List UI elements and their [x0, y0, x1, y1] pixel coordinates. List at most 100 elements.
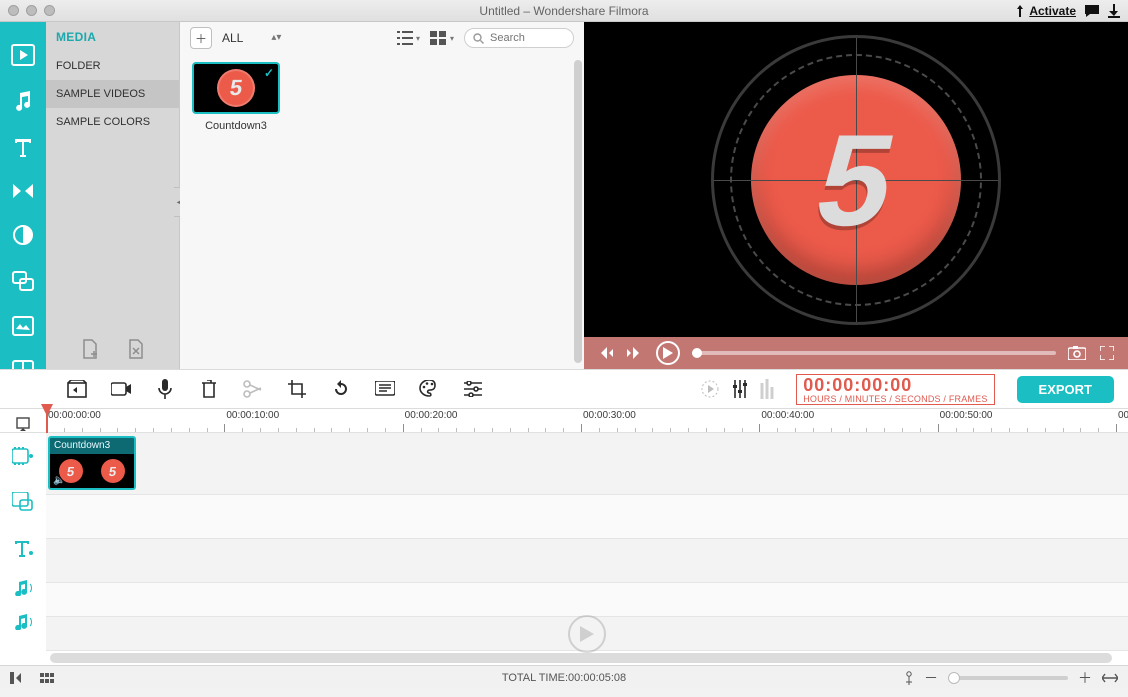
- play-button[interactable]: [656, 341, 680, 365]
- scrubber-handle[interactable]: [692, 348, 702, 358]
- export-button[interactable]: EXPORT: [1017, 376, 1114, 403]
- marker-button[interactable]: [0, 416, 46, 432]
- mixer-icon[interactable]: [732, 380, 748, 398]
- timecode-display: 00:00:00:00 HOURS / MINUTES / SECONDS / …: [796, 374, 994, 405]
- filter-dropdown[interactable]: ALL ▴▾: [222, 31, 281, 45]
- zoom-slider[interactable]: [948, 676, 1068, 680]
- clip-thumbnail[interactable]: 5 ✓ Countdown3: [192, 62, 280, 132]
- new-folder-icon[interactable]: [81, 339, 99, 359]
- zoom-anchor-icon[interactable]: [904, 671, 914, 685]
- color-tool-icon[interactable]: [418, 378, 440, 400]
- meter-icon[interactable]: [760, 379, 774, 399]
- browser-scrollbar[interactable]: [574, 60, 582, 363]
- ruler-label: 00:00:30:00: [583, 410, 636, 421]
- left-rail: [0, 22, 46, 369]
- activate-button[interactable]: Activate: [1015, 4, 1076, 18]
- grid-view-button[interactable]: ▾: [430, 31, 454, 45]
- preview-controls: [584, 337, 1128, 369]
- selected-check-icon: ✓: [264, 66, 274, 80]
- timeline-toolbar: 00:00:00:00 HOURS / MINUTES / SECONDS / …: [0, 369, 1128, 409]
- media-footer: [46, 329, 179, 369]
- timecode-label: HOURS / MINUTES / SECONDS / FRAMES: [803, 394, 987, 404]
- video-track[interactable]: Countdown3 5 5 🔈: [46, 433, 1128, 495]
- window-title: Untitled – Wondershare Filmora: [0, 4, 1128, 18]
- media-sample-videos-item[interactable]: SAMPLE VIDEOS: [46, 80, 179, 108]
- filter-label: ALL: [222, 31, 243, 45]
- speed-tool-icon[interactable]: [374, 378, 396, 400]
- prev-frame-button[interactable]: [596, 344, 614, 362]
- fullscreen-button[interactable]: [1098, 344, 1116, 362]
- pip-track-header[interactable]: [0, 479, 46, 525]
- zoom-out-button[interactable]: －: [924, 668, 938, 688]
- elements-tab-icon[interactable]: [10, 316, 36, 336]
- music-tab-icon[interactable]: [10, 90, 36, 112]
- adjust-tool-icon[interactable]: [462, 378, 484, 400]
- preview-scrubber[interactable]: [692, 351, 1056, 355]
- timeline-clip[interactable]: Countdown3 5 5 🔈: [48, 436, 136, 490]
- media-sample-colors-item[interactable]: SAMPLE COLORS: [46, 108, 179, 136]
- download-icon[interactable]: [1108, 4, 1120, 18]
- import-button[interactable]: ＋: [190, 27, 212, 49]
- split-tool-icon[interactable]: [242, 378, 264, 400]
- voiceover-tool-icon[interactable]: [154, 378, 176, 400]
- media-column: MEDIA FOLDER SAMPLE VIDEOS SAMPLE COLORS…: [46, 22, 180, 369]
- record-tool-icon[interactable]: [110, 378, 132, 400]
- media-folder-item[interactable]: FOLDER: [46, 52, 179, 80]
- status-bar: TOTAL TIME:00:00:05:08 － ＋: [0, 665, 1128, 689]
- rotate-tool-icon[interactable]: [330, 378, 352, 400]
- render-icon[interactable]: [700, 379, 720, 399]
- time-ruler[interactable]: 00:00:00:0000:00:10:0000:00:20:0000:00:3…: [46, 408, 1128, 432]
- timeline-body[interactable]: Countdown3 5 5 🔈: [46, 433, 1128, 665]
- timeline-h-scrollbar[interactable]: [50, 653, 1112, 663]
- text-track-header[interactable]: [0, 525, 46, 571]
- zoom-handle[interactable]: [948, 672, 960, 684]
- list-view-button[interactable]: ▾: [396, 31, 420, 45]
- audio1-track-header[interactable]: [0, 571, 46, 605]
- audio2-track[interactable]: [46, 617, 1128, 651]
- text-track[interactable]: [46, 539, 1128, 583]
- grid-small-icon[interactable]: [40, 673, 54, 683]
- chevron-up-down-icon: ▴▾: [271, 35, 281, 41]
- add-media-hint-icon: [568, 615, 606, 653]
- minimize-window-button[interactable]: [26, 5, 37, 16]
- media-browser: ＋ ALL ▴▾ ▾ ▾ 5 ✓ C: [180, 22, 584, 369]
- timeline-clip-label: Countdown3: [54, 440, 110, 451]
- search-field[interactable]: [464, 28, 574, 48]
- fit-zoom-button[interactable]: [1102, 672, 1118, 684]
- timeline: Countdown3 5 5 🔈: [0, 433, 1128, 665]
- edit-tool-icon[interactable]: [66, 378, 88, 400]
- transitions-tab-icon[interactable]: [10, 182, 36, 200]
- window-controls: [8, 5, 55, 16]
- messages-icon[interactable]: [1084, 4, 1100, 18]
- audio2-track-header[interactable]: [0, 605, 46, 639]
- clip-audio-icon: 🔈: [53, 475, 65, 486]
- thumb-digit: 5: [228, 75, 244, 101]
- browser-body: 5 ✓ Countdown3: [180, 54, 584, 369]
- video-track-header[interactable]: [0, 433, 46, 479]
- next-frame-button[interactable]: [626, 344, 644, 362]
- search-input[interactable]: [490, 32, 560, 44]
- snapshot-button[interactable]: [1068, 344, 1086, 362]
- delete-tool-icon[interactable]: [198, 378, 220, 400]
- pip-track[interactable]: [46, 495, 1128, 539]
- activate-label: Activate: [1029, 4, 1076, 18]
- zoom-window-button[interactable]: [44, 5, 55, 16]
- title-bar: Untitled – Wondershare Filmora Activate: [0, 0, 1128, 22]
- countdown-graphic: 5: [711, 35, 1001, 325]
- ruler-row: 00:00:00:0000:00:10:0000:00:20:0000:00:3…: [0, 409, 1128, 433]
- filters-tab-icon[interactable]: [10, 224, 36, 246]
- delete-folder-icon[interactable]: [127, 339, 145, 359]
- timecode-value: 00:00:00:00: [803, 376, 987, 394]
- media-tab-icon[interactable]: [10, 44, 36, 66]
- toggle-left-icon[interactable]: [10, 672, 26, 684]
- text-tab-icon[interactable]: [10, 136, 36, 158]
- close-window-button[interactable]: [8, 5, 19, 16]
- audio1-track[interactable]: [46, 583, 1128, 617]
- track-headers: [0, 433, 46, 665]
- ruler-label: 00:00:10:00: [226, 410, 279, 421]
- zoom-in-button[interactable]: ＋: [1078, 668, 1092, 688]
- crop-tool-icon[interactable]: [286, 378, 308, 400]
- media-header: MEDIA: [46, 22, 179, 52]
- timecode-aux-icons: [700, 379, 774, 399]
- overlays-tab-icon[interactable]: [10, 270, 36, 292]
